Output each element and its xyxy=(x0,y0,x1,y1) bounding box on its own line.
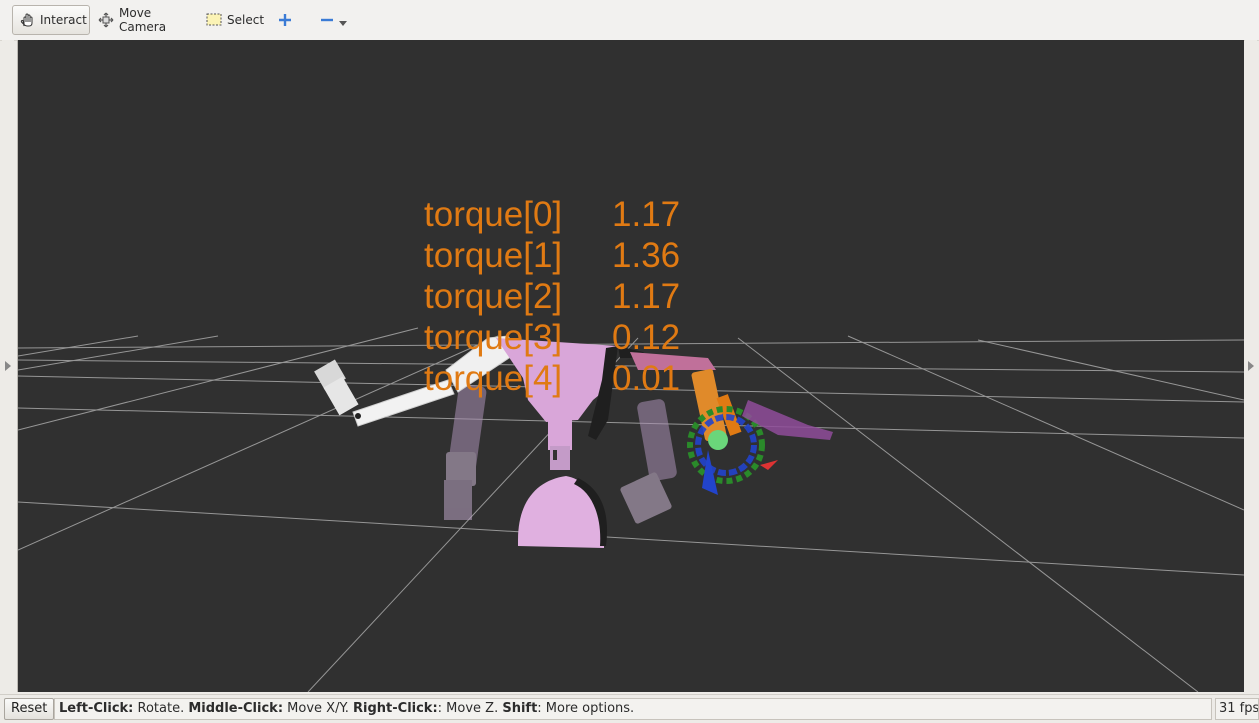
status-bar: Reset Left-Click: Rotate. Middle-Click: … xyxy=(0,694,1259,723)
right-panel-toggle[interactable] xyxy=(1245,40,1257,692)
torque-row: torque[4] 0.01 xyxy=(424,358,692,399)
hint-desc: : More options. xyxy=(537,701,635,716)
plus-icon xyxy=(278,13,292,27)
torque-value: 0.01 xyxy=(612,359,681,398)
hint-desc: Rotate. xyxy=(133,701,189,716)
move-camera-icon xyxy=(98,12,114,28)
fps-readout: 31 fps xyxy=(1215,698,1259,720)
hint-key: Middle-Click: xyxy=(188,701,284,716)
hint-key: Shift xyxy=(502,701,538,716)
minus-icon xyxy=(320,13,334,27)
torque-label: torque[2] xyxy=(424,277,563,316)
torque-row: torque[3] 0.12 xyxy=(424,317,692,358)
expand-left-icon xyxy=(4,360,12,374)
remove-tool-button[interactable] xyxy=(314,5,354,35)
hint-key: Right-Click: xyxy=(353,701,438,716)
torque-value: 1.17 xyxy=(612,277,681,316)
dropdown-arrow-icon xyxy=(339,13,347,27)
move-camera-tool-button[interactable]: Move Camera xyxy=(92,5,196,35)
hand-pointer-icon xyxy=(19,12,35,28)
torque-value: 1.36 xyxy=(612,236,681,275)
select-label: Select xyxy=(227,13,265,27)
torque-label: torque[0] xyxy=(424,195,563,234)
hint-desc: : Move Z. xyxy=(437,701,503,716)
torque-row: torque[2] 1.17 xyxy=(424,276,692,317)
select-rect-icon xyxy=(206,13,222,27)
torque-value: 1.17 xyxy=(612,195,681,234)
hint-key: Left-Click: xyxy=(59,701,134,716)
ghost-left-arm xyxy=(444,384,487,520)
move-camera-label: Move Camera xyxy=(119,6,167,34)
torque-row: torque[1] 1.36 xyxy=(424,235,692,276)
3d-viewport[interactable]: torque[0] 1.17 torque[1] 1.36 torque[2] … xyxy=(17,40,1244,692)
hint-desc: Move X/Y. xyxy=(283,701,354,716)
ghost-right-arm xyxy=(620,399,677,524)
left-panel-toggle[interactable] xyxy=(2,40,14,692)
interact-tool-button[interactable]: Interact xyxy=(12,5,90,35)
torque-label: torque[1] xyxy=(424,236,563,275)
torque-row: torque[0] 1.17 xyxy=(424,194,692,235)
reset-button[interactable]: Reset xyxy=(4,698,55,720)
toolbar: Interact Move Camera Select xyxy=(0,0,1259,41)
interact-label: Interact xyxy=(40,13,87,27)
select-tool-button[interactable]: Select xyxy=(200,5,266,35)
add-tool-button[interactable] xyxy=(272,5,300,35)
mouse-hint: Left-Click: Rotate. Middle-Click: Move X… xyxy=(54,698,1212,720)
torque-value: 0.12 xyxy=(612,318,681,357)
expand-right-icon xyxy=(1247,360,1255,374)
torque-label: torque[3] xyxy=(424,318,563,357)
torque-label: torque[4] xyxy=(424,359,563,398)
torque-overlay: torque[0] 1.17 torque[1] 1.36 torque[2] … xyxy=(424,194,692,399)
